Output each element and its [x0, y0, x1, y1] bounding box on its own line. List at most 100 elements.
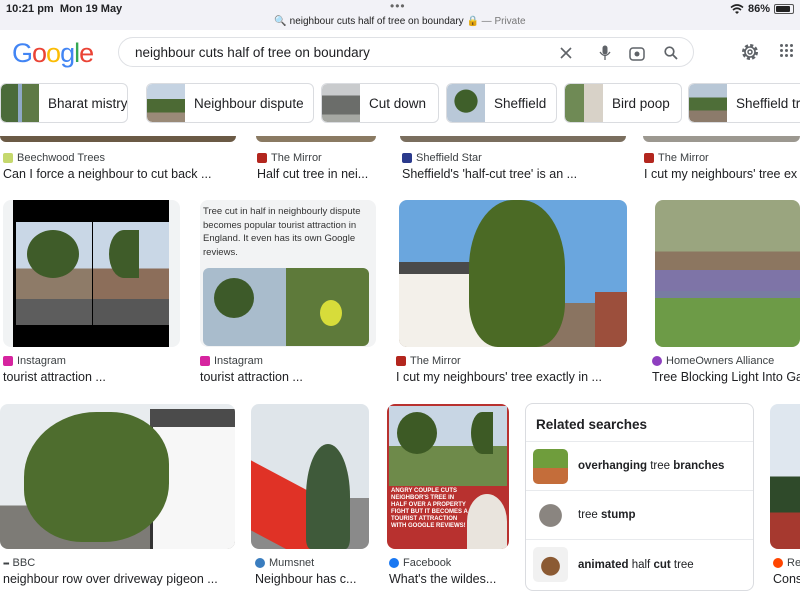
- result-meta[interactable]: Sheffield Star Sheffield's 'half-cut tre…: [402, 151, 628, 181]
- logo-letter: g: [60, 38, 75, 68]
- result-title[interactable]: Cons: [773, 572, 800, 586]
- result-title[interactable]: I cut my neighbours' tree exactly in ...: [396, 370, 627, 384]
- result-meta[interactable]: The Mirror I cut my neighbours' tree ex: [644, 151, 800, 181]
- result-image-mumsnet[interactable]: [251, 404, 369, 549]
- result-meta[interactable]: Beechwood Trees Can I force a neighbour …: [3, 151, 239, 181]
- microphone-icon[interactable]: [595, 44, 615, 62]
- instagram-favicon: [3, 356, 13, 366]
- result-image-strip[interactable]: [256, 136, 376, 142]
- related-search-item[interactable]: animated half cut tree: [526, 540, 753, 589]
- filter-chips: Bharat mistry Neighbour dispute Cut down…: [0, 83, 800, 123]
- chip-thumbnail: [322, 84, 360, 122]
- status-bar: 10:21 pm Mon 19 May ••• 🔍 neighbour cuts…: [0, 0, 800, 30]
- result-source: Instagram: [214, 355, 263, 367]
- result-title[interactable]: tourist attraction ...: [200, 370, 376, 384]
- result-meta[interactable]: The Mirror Half cut tree in nei...: [257, 151, 377, 181]
- result-image-strip[interactable]: [0, 136, 236, 142]
- chip-bird-poop[interactable]: Bird poop: [564, 83, 682, 123]
- address-bar[interactable]: 🔍 neighbour cuts half of tree on boundar…: [0, 16, 800, 27]
- chip-sheffield[interactable]: Sheffield: [446, 83, 557, 123]
- chip-sheffield-tr[interactable]: Sheffield tr: [688, 83, 800, 123]
- multitask-dots-icon[interactable]: •••: [390, 0, 406, 13]
- result-image-mirror[interactable]: [399, 200, 627, 347]
- wifi-icon: [730, 3, 744, 14]
- result-title[interactable]: I cut my neighbours' tree ex: [644, 167, 800, 181]
- apps-grid-icon[interactable]: [780, 44, 794, 58]
- beechwood-favicon: [3, 153, 13, 163]
- mirror-favicon: [396, 356, 406, 366]
- result-meta[interactable]: The Mirror I cut my neighbours' tree exa…: [396, 354, 627, 384]
- result-image-instagram-1[interactable]: [3, 200, 180, 347]
- logo-letter: e: [79, 38, 94, 68]
- clear-icon[interactable]: [556, 44, 576, 62]
- result-image-facebook[interactable]: ANGRY COUPLE CUTS NEIGHBOR'S TREE IN HAL…: [387, 404, 509, 549]
- logo-letter: o: [46, 38, 61, 68]
- chip-thumbnail: [147, 84, 185, 122]
- result-image-strip[interactable]: [400, 136, 626, 142]
- result-meta[interactable]: Re Cons: [773, 556, 800, 586]
- search-icon[interactable]: [661, 44, 681, 62]
- instagram-favicon: [200, 356, 210, 366]
- chip-neighbour-dispute[interactable]: Neighbour dispute: [146, 83, 314, 123]
- address-text: neighbour cuts half of tree on boundary: [289, 16, 464, 27]
- result-title[interactable]: Sheffield's 'half-cut tree' is an ...: [402, 167, 628, 181]
- facebook-favicon: [389, 558, 399, 568]
- chip-label: Bharat mistry: [48, 95, 128, 111]
- search-box[interactable]: neighbour cuts half of tree on boundary: [118, 37, 694, 67]
- mirror-favicon: [644, 153, 654, 163]
- related-search-item[interactable]: overhanging tree branches: [526, 442, 753, 491]
- related-thumbnail: [533, 497, 568, 533]
- result-image-bbc[interactable]: [0, 404, 235, 549]
- status-right: 86%: [730, 3, 794, 15]
- camera-lens-icon[interactable]: [627, 44, 647, 62]
- result-title[interactable]: Can I force a neighbour to cut back ...: [3, 167, 239, 181]
- image-overlay-text: Tree cut in half in neighbourly dispute …: [203, 206, 361, 258]
- result-meta[interactable]: Instagram tourist attraction ...: [200, 354, 376, 384]
- chip-thumbnail: [689, 84, 727, 122]
- sheffield-star-favicon: [402, 153, 412, 163]
- result-title[interactable]: neighbour row over driveway pigeon ...: [3, 572, 235, 586]
- chip-label: Sheffield: [494, 95, 547, 111]
- related-search-item[interactable]: tree stump: [526, 491, 753, 540]
- result-meta[interactable]: Mumsnet Neighbour has c...: [255, 556, 369, 586]
- result-source: Re: [787, 557, 800, 569]
- result-meta[interactable]: Facebook What's the wildes...: [389, 556, 511, 586]
- result-title[interactable]: tourist attraction ...: [3, 370, 180, 384]
- result-title[interactable]: Neighbour has c...: [255, 572, 369, 586]
- chip-label: Cut down: [369, 95, 427, 111]
- homeowners-favicon: [652, 356, 662, 366]
- result-image-homeowners[interactable]: [655, 200, 800, 347]
- related-searches-panel: Related searches overhanging tree branch…: [525, 403, 754, 591]
- status-date: Mon 19 May: [59, 3, 123, 15]
- private-label: — Private: [481, 16, 526, 27]
- result-title[interactable]: Tree Blocking Light Into Ga: [652, 370, 800, 384]
- result-source: HomeOwners Alliance: [666, 355, 775, 367]
- settings-gear-icon[interactable]: [740, 42, 760, 62]
- result-image-strip[interactable]: [643, 136, 800, 142]
- google-logo[interactable]: Google: [12, 38, 94, 69]
- result-meta[interactable]: Instagram tourist attraction ...: [3, 354, 180, 384]
- battery-icon: [774, 4, 794, 14]
- mumsnet-favicon: [255, 558, 265, 568]
- result-meta[interactable]: ▪▪▪ BBC neighbour row over driveway pigeo…: [3, 556, 235, 586]
- related-thumbnail: [533, 547, 568, 582]
- result-title[interactable]: Half cut tree in nei...: [257, 167, 377, 181]
- result-meta[interactable]: HomeOwners Alliance Tree Blocking Light …: [652, 354, 800, 384]
- result-image-instagram-2[interactable]: Tree cut in half in neighbourly dispute …: [200, 200, 376, 347]
- status-time: 10:21 pm: [6, 3, 54, 15]
- chip-cut-down[interactable]: Cut down: [321, 83, 439, 123]
- reddit-favicon: [773, 558, 783, 568]
- result-title[interactable]: What's the wildes...: [389, 572, 511, 586]
- search-input[interactable]: neighbour cuts half of tree on boundary: [135, 45, 370, 60]
- result-source: Beechwood Trees: [17, 152, 106, 164]
- result-source: Facebook: [403, 557, 452, 569]
- result-image-partial[interactable]: [770, 404, 800, 549]
- result-source: The Mirror: [271, 152, 322, 164]
- result-source: The Mirror: [658, 152, 709, 164]
- chip-thumbnail: [565, 84, 603, 122]
- logo-letter: o: [32, 38, 47, 68]
- related-searches-heading: Related searches: [526, 404, 753, 442]
- mirror-favicon: [257, 153, 267, 163]
- result-source: Sheffield Star: [416, 152, 482, 164]
- chip-bharat-mistry[interactable]: Bharat mistry: [0, 83, 128, 123]
